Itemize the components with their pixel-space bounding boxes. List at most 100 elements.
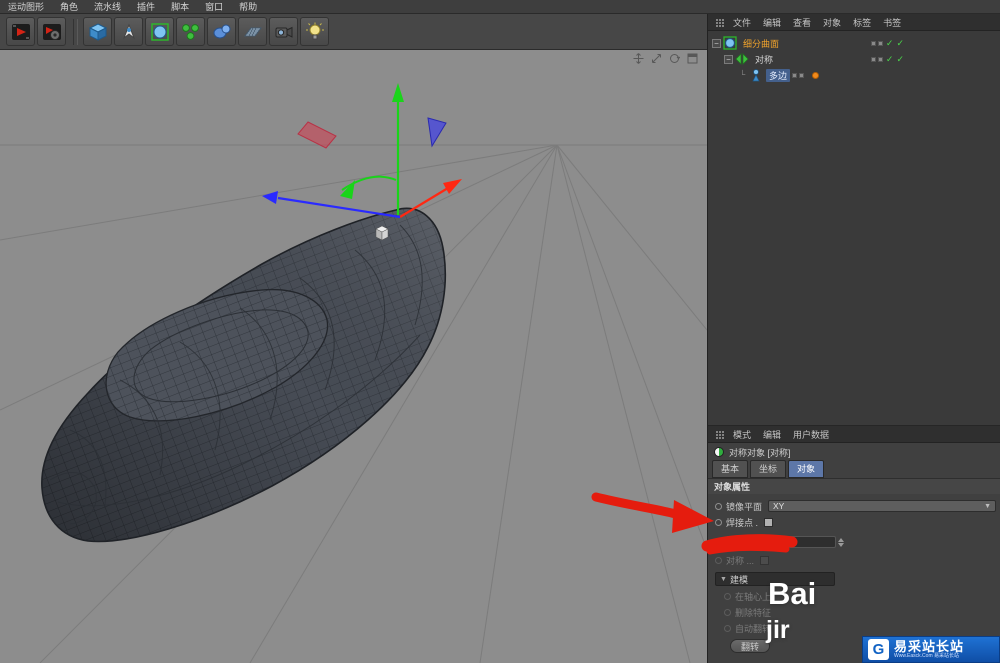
menu-help[interactable]: 帮助 bbox=[231, 0, 265, 14]
flip-button[interactable]: 翻转 bbox=[730, 639, 770, 653]
tree-row-symmetry[interactable]: − 对称 ✓ ✓ bbox=[708, 51, 1000, 67]
menu-script[interactable]: 脚本 bbox=[163, 0, 197, 14]
model-wireframe[interactable] bbox=[41, 207, 447, 543]
visibility-dot[interactable] bbox=[870, 56, 876, 62]
expand-toggle-icon[interactable]: − bbox=[724, 54, 733, 64]
visibility-dot[interactable] bbox=[870, 40, 876, 46]
attribute-title: 对称对象 [对称] bbox=[729, 447, 791, 458]
render-view-icon[interactable] bbox=[6, 17, 35, 46]
visibility-dot[interactable] bbox=[877, 40, 883, 46]
easck-logo-icon: G bbox=[868, 639, 889, 660]
weld-points-label: 焊接点 . bbox=[726, 517, 759, 528]
expand-toggle-icon[interactable]: − bbox=[712, 38, 721, 48]
object-tree: − 细分曲面 ✓ ✓ − 对称 ✓ ✓ └ 多边 bbox=[708, 31, 1000, 425]
floor-plane-icon[interactable] bbox=[238, 17, 267, 46]
tolerance-field[interactable] bbox=[726, 536, 836, 548]
modeling-group-label: 建模 bbox=[729, 574, 748, 585]
mirror-plane-label: 镜像平面 bbox=[726, 501, 763, 512]
keyframe-circle-icon bbox=[724, 624, 731, 632]
attr-menu-userdata[interactable]: 用户数据 bbox=[787, 428, 835, 441]
section-object-properties: 对象属性 bbox=[708, 478, 1000, 494]
value-stepper[interactable] bbox=[838, 537, 844, 547]
baidu-watermark-line2: jir bbox=[766, 616, 790, 644]
chevron-down-icon: ▼ bbox=[984, 502, 991, 510]
light-icon[interactable] bbox=[300, 17, 329, 46]
object-name[interactable]: 对称 bbox=[752, 53, 776, 66]
viewport-scene bbox=[0, 83, 708, 663]
keyframe-circle-icon[interactable] bbox=[715, 502, 722, 510]
plane-handle-red[interactable] bbox=[297, 121, 337, 149]
easck-logo-title: 易采站长站 bbox=[894, 638, 965, 654]
menu-mograph[interactable]: 运动图形 bbox=[0, 0, 52, 14]
right-panel: 文件 编辑 查看 对象 标签 书签 − 细分曲面 ✓ ✓ − 对称 ✓ ✓ └ … bbox=[707, 14, 1000, 663]
origin-cube-handle[interactable] bbox=[375, 225, 389, 241]
menu-plugins[interactable]: 插件 bbox=[129, 0, 163, 14]
tree-row-polygon[interactable]: └ 多边 bbox=[708, 67, 1000, 83]
attribute-tabs: 基本 坐标 对象 bbox=[708, 460, 1000, 478]
tab-basic[interactable]: 基本 bbox=[712, 460, 749, 478]
om-menu-edit[interactable]: 编辑 bbox=[757, 16, 787, 29]
tab-object[interactable]: 对象 bbox=[788, 460, 825, 478]
metaball-icon[interactable] bbox=[207, 17, 236, 46]
rotate-icon[interactable] bbox=[668, 53, 681, 64]
symmetry-object-icon bbox=[735, 52, 749, 66]
mirror-plane-row: 镜像平面 XY ▼ bbox=[708, 498, 1000, 514]
enabled-check-icon[interactable]: ✓ bbox=[896, 38, 904, 49]
subdivision-surface-icon[interactable] bbox=[145, 17, 174, 46]
symmetric-label: 对称 ... bbox=[726, 555, 755, 566]
cube-primitive-icon[interactable] bbox=[83, 17, 112, 46]
pan-icon[interactable] bbox=[632, 53, 645, 64]
camera-icon[interactable] bbox=[269, 17, 298, 46]
render-settings-icon[interactable] bbox=[37, 17, 66, 46]
visibility-dot[interactable] bbox=[877, 56, 883, 62]
mirror-plane-value: XY bbox=[773, 501, 785, 511]
easck-logo-subtitle: Www.Easck.Com 易采站长站 bbox=[894, 652, 960, 659]
weld-points-row: 焊接点 . bbox=[708, 514, 1000, 530]
attr-menu-edit[interactable]: 编辑 bbox=[757, 428, 787, 441]
menu-character[interactable]: 角色 bbox=[52, 0, 86, 14]
tolerance-row bbox=[708, 534, 1000, 550]
symmetric-checkbox bbox=[760, 555, 770, 565]
array-generator-icon[interactable] bbox=[176, 17, 205, 46]
viewport-controls bbox=[632, 53, 699, 64]
menu-window[interactable]: 窗口 bbox=[197, 0, 231, 14]
attribute-title-row: 对称对象 [对称] bbox=[708, 443, 1000, 461]
rotation-band[interactable] bbox=[340, 175, 397, 199]
object-name[interactable]: 细分曲面 bbox=[740, 37, 782, 50]
attribute-manager: 模式 编辑 用户数据 对称对象 [对称] 基本 坐标 对象 对象属性 镜像平面 … bbox=[708, 425, 1000, 663]
om-menu-view[interactable]: 查看 bbox=[787, 16, 817, 29]
attr-menu-mode[interactable]: 模式 bbox=[727, 428, 757, 441]
om-menu-tags[interactable]: 标签 bbox=[847, 16, 877, 29]
keyframe-circle-icon[interactable] bbox=[715, 538, 722, 546]
om-menu-bookmarks[interactable]: 书签 bbox=[877, 16, 907, 29]
keyframe-circle-icon[interactable] bbox=[715, 518, 722, 526]
plane-handle-blue[interactable] bbox=[427, 117, 447, 148]
object-name[interactable]: 多边 bbox=[766, 68, 791, 82]
zoom-icon[interactable] bbox=[650, 53, 663, 64]
3d-viewport[interactable] bbox=[0, 50, 708, 663]
pen-spline-icon[interactable] bbox=[114, 17, 143, 46]
visibility-dot[interactable] bbox=[799, 72, 805, 78]
visibility-dot[interactable] bbox=[792, 72, 798, 78]
axis-gizmo bbox=[262, 83, 462, 241]
panel-grid-icon[interactable] bbox=[715, 429, 724, 439]
tab-coordinates[interactable]: 坐标 bbox=[750, 460, 787, 478]
axis-x-arrow[interactable] bbox=[399, 179, 462, 218]
symmetry-object-badge-icon bbox=[714, 447, 724, 457]
mirror-plane-dropdown[interactable]: XY ▼ bbox=[768, 500, 996, 512]
enabled-check-icon[interactable]: ✓ bbox=[886, 54, 894, 65]
panel-grid-icon[interactable] bbox=[715, 17, 724, 27]
maximize-view-icon[interactable] bbox=[686, 53, 699, 64]
main-menubar: 运动图形 角色 流水线 插件 脚本 窗口 帮助 bbox=[0, 0, 1000, 14]
enabled-check-icon[interactable]: ✓ bbox=[886, 38, 894, 49]
om-menu-objects[interactable]: 对象 bbox=[817, 16, 847, 29]
keyframe-circle-icon bbox=[715, 556, 722, 564]
tree-row-subdivision[interactable]: − 细分曲面 ✓ ✓ bbox=[708, 35, 1000, 51]
om-menu-file[interactable]: 文件 bbox=[727, 16, 757, 29]
enabled-check-icon[interactable]: ✓ bbox=[896, 54, 904, 65]
material-tag-icon[interactable] bbox=[812, 71, 820, 79]
weld-points-checkbox[interactable] bbox=[764, 517, 774, 527]
axis-y-arrow[interactable] bbox=[392, 83, 404, 215]
axis-z-arrow[interactable] bbox=[262, 191, 401, 219]
menu-pipeline[interactable]: 流水线 bbox=[86, 0, 129, 14]
